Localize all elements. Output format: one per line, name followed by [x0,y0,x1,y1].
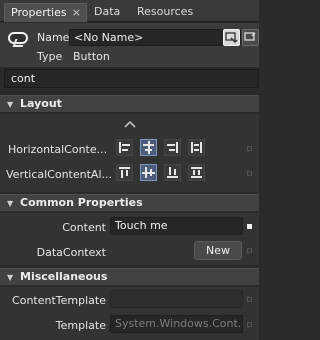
section-misc-header[interactable]: ▼ Miscellaneous [0,268,259,286]
tab-properties-label: Properties [11,6,67,19]
type-label: Type [37,50,63,63]
button-icon [8,32,28,44]
horizontal-advanced-marker[interactable] [247,146,252,151]
tab-resources-label: Resources [137,5,194,18]
tab-data[interactable]: Data [88,3,130,22]
contenttemplate-label: ContentTemplate [12,294,106,307]
horizontal-content-alignment-label: HorizontalConte... [8,143,108,156]
collapse-triangle-icon: ▼ [7,273,14,282]
events-mode-icon[interactable] [242,29,259,46]
name-label: Name [37,31,70,44]
section-common-title: Common Properties [20,196,143,209]
datacontext-label: DataContext [36,246,106,259]
type-value: Button [73,50,110,63]
section-misc-title: Miscellaneous [20,270,108,283]
close-icon[interactable]: × [72,4,81,22]
content-advanced-marker[interactable] [247,224,252,229]
contenttemplate-field[interactable] [110,290,243,308]
properties-mode-icon[interactable] [223,29,240,46]
collapse-triangle-icon: ▼ [7,199,14,208]
template-label: Template [55,319,106,332]
align-center-icon[interactable] [140,139,157,156]
align-left-icon[interactable] [116,139,133,156]
datacontext-advanced-marker[interactable] [247,248,252,253]
align-top-icon[interactable] [116,164,133,181]
object-header: Name <No Name> Type Button [0,23,259,67]
vertical-content-alignment-label: VerticalContentAl... [6,168,112,181]
chevron-up-icon[interactable] [124,120,136,128]
align-stretch-icon[interactable] [188,139,205,156]
content-field[interactable]: Touch me [110,217,243,235]
align-bottom-icon[interactable] [164,164,181,181]
new-datacontext-button[interactable]: New [194,241,242,260]
search-input[interactable]: cont [4,69,259,88]
template-field[interactable]: System.Windows.Cont... [110,315,243,333]
section-common-header[interactable]: ▼ Common Properties [0,194,259,212]
collapse-triangle-icon: ▼ [7,100,14,109]
contenttemplate-advanced-marker[interactable] [247,297,252,302]
tab-data-label: Data [94,5,121,18]
align-middle-icon[interactable] [140,164,157,181]
section-layout-header[interactable]: ▼ Layout [0,95,259,113]
tab-properties[interactable]: Properties × [4,3,87,22]
vertical-advanced-marker[interactable] [247,171,252,176]
align-vertical-stretch-icon[interactable] [188,164,205,181]
section-layout-title: Layout [20,97,62,110]
align-right-icon[interactable] [164,139,181,156]
tab-resources[interactable]: Resources [131,3,201,22]
template-advanced-marker[interactable] [247,322,252,327]
panel-tabstrip: Properties × Data Resources [0,0,259,22]
name-field[interactable]: <No Name> [69,29,241,46]
content-label: Content [62,221,106,234]
